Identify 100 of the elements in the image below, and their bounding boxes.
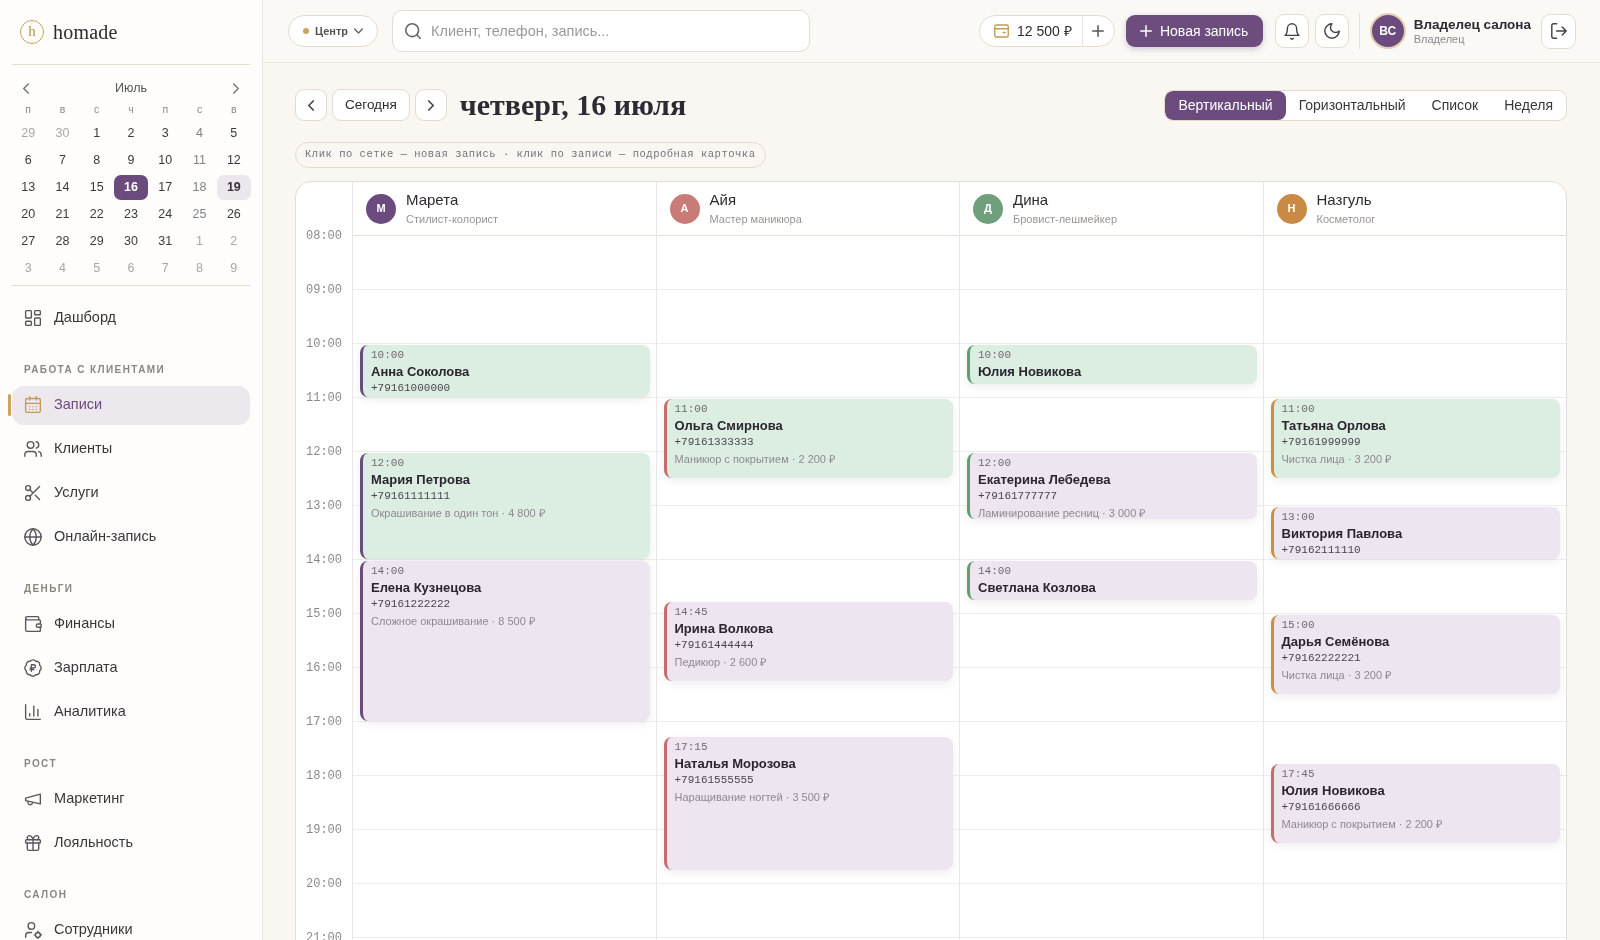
calendar-day[interactable]: 3 <box>148 121 183 146</box>
new-appointment-button[interactable]: Новая запись <box>1125 15 1263 47</box>
hour-label: 11:00 <box>306 391 342 405</box>
staff-role: Стилист-колорист <box>406 212 499 226</box>
client-name: Ольга Смирнова <box>674 417 783 435</box>
hour-label: 18:00 <box>306 769 342 783</box>
calendar-day[interactable]: 31 <box>148 229 183 254</box>
calendar-day[interactable]: 20 <box>11 202 46 227</box>
staff-avatar: М <box>366 193 396 224</box>
calendar-day[interactable]: 24 <box>148 202 183 227</box>
client-phone: +79162222221 <box>1281 651 1361 665</box>
staff-role: Мастер маникюра <box>709 212 802 226</box>
calendar-day[interactable]: 8 <box>79 148 114 173</box>
calendar-day[interactable]: 26 <box>216 202 251 227</box>
appointment-card[interactable]: 12:00 Мария Петрова +79161111111 Окрашивание в один тон · 4 800 ₽ <box>360 453 650 559</box>
client-name: Татьяна Орлова <box>1281 417 1386 435</box>
nav-item[interactable]: Зарплата <box>12 648 250 688</box>
appointment-card[interactable]: 15:00 Дарья Семёнова +79162222221 Чистка лица · 3 200 ₽ <box>1270 615 1560 694</box>
view-tab[interactable]: Неделя <box>1491 90 1566 120</box>
calendar-day[interactable]: 25 <box>182 202 217 227</box>
view-tab[interactable]: Вертикальный <box>1165 90 1286 120</box>
plus-icon <box>1092 25 1105 37</box>
staff-role: Косметолог <box>1316 212 1376 226</box>
calendar-day[interactable]: 4 <box>182 121 217 146</box>
calendar-day[interactable]: 28 <box>45 229 80 254</box>
logout-button[interactable] <box>1541 13 1576 49</box>
calendar-day[interactable]: 13 <box>11 175 46 200</box>
calendar-day[interactable]: 6 <box>11 148 46 173</box>
calendar-day[interactable]: 7 <box>45 148 80 173</box>
nav-item[interactable]: Услуги <box>12 473 250 513</box>
appointment-time: 12:00 <box>371 457 404 470</box>
client-phone: +79162111110 <box>1281 543 1361 557</box>
calendar-day[interactable]: 27 <box>11 229 46 254</box>
theme-toggle-button[interactable] <box>1314 14 1349 48</box>
calendar-day[interactable]: 10 <box>148 148 183 173</box>
nav-item[interactable]: Записи <box>12 385 250 425</box>
search-icon <box>405 23 421 39</box>
view-tab[interactable]: Список <box>1418 90 1492 120</box>
nav-item[interactable]: Лояльность <box>12 823 250 863</box>
calendar-day[interactable]: 17 <box>148 175 183 200</box>
calendar-day[interactable]: 29 <box>79 229 114 254</box>
appointment-card[interactable]: 14:00 Светлана Козлова <box>967 561 1257 600</box>
calendar-day[interactable]: 12 <box>216 148 251 173</box>
appointment-card[interactable]: 10:00 Анна Соколова +79161000000 <box>360 345 650 397</box>
service-price: Чистка лица · 3 200 ₽ <box>1281 452 1392 466</box>
calendar-day[interactable]: 15 <box>79 175 114 200</box>
appointment-card[interactable]: 12:00 Екатерина Лебедева +79161777777 Ламинирование ресниц · 3 000 ₽ <box>967 453 1257 519</box>
nav-item[interactable]: Финансы <box>12 604 250 644</box>
client-phone: +79161444444 <box>674 637 754 652</box>
calendar-day[interactable]: 1 <box>79 121 114 146</box>
client-phone: +79161666666 <box>1281 799 1361 814</box>
appointment-card[interactable]: 17:45 Юлия Новикова +79161666666 Маникюр с покрытием · 2 200 ₽ <box>1270 763 1560 843</box>
bar-chart-icon <box>24 703 42 721</box>
view-tab[interactable]: Горизонтальный <box>1285 90 1419 120</box>
search-field[interactable]: Клиент, телефон, запись... <box>392 10 810 52</box>
branch-selector[interactable]: Центр <box>288 15 378 47</box>
appointment-card[interactable]: 14:00 Елена Кузнецова +79161222222 Сложное окрашивание · 8 500 ₽ <box>360 561 650 721</box>
nav-item[interactable]: Сотрудники <box>12 910 250 940</box>
megaphone-icon <box>24 790 42 808</box>
appointment-card[interactable]: 10:00 Юлия Новикова <box>967 345 1257 384</box>
appointment-card[interactable]: 17:15 Наталья Морозова +79161555555 Наращивание ногтей · 3 500 ₽ <box>663 736 953 870</box>
appointment-card[interactable]: 14:45 Ирина Волкова +79161444444 Педикюр · 2 600 ₽ <box>663 601 953 681</box>
appointment-time: 14:00 <box>978 565 1011 578</box>
calendar-day[interactable]: 21 <box>45 202 80 227</box>
hour-label: 17:00 <box>306 715 342 729</box>
service-price: Ламинирование ресниц · 3 000 ₽ <box>978 506 1146 520</box>
calendar-day[interactable]: 14 <box>45 175 80 200</box>
staff-avatar: Н <box>1276 193 1307 224</box>
appointment-card[interactable]: 11:00 Татьяна Орлова +79161999999 Чистка лица · 3 200 ₽ <box>1270 399 1560 478</box>
moon-icon <box>1323 23 1340 39</box>
nav-item[interactable]: Клиенты <box>12 429 250 469</box>
people-icon <box>24 440 42 458</box>
calendar-day[interactable]: 22 <box>79 202 114 227</box>
hour-label: 13:00 <box>306 499 342 513</box>
calendar-day[interactable]: 30 <box>114 229 148 254</box>
calendar-day[interactable]: 18 <box>182 175 217 200</box>
appointment-time: 11:00 <box>674 403 708 416</box>
calendar-day[interactable]: 19 <box>216 175 251 200</box>
client-phone: +79161111111 <box>371 489 451 503</box>
appointment-card[interactable]: 11:00 Ольга Смирнова +79161333333 Маникюр с покрытием · 2 200 ₽ <box>663 399 953 478</box>
section-heading: РАБОТА С КЛИЕНТАМИ <box>24 362 166 377</box>
weekday-label: в <box>231 102 237 118</box>
client-phone: +79161000000 <box>371 381 451 395</box>
client-phone: +79161333333 <box>674 435 754 449</box>
appointment-card[interactable]: 13:00 Виктория Павлова +79162111110 <box>1270 507 1560 559</box>
appointment-time: 14:00 <box>371 565 404 578</box>
gift-icon <box>24 834 42 852</box>
calendar-day[interactable]: 9 <box>114 148 148 173</box>
calendar-day[interactable]: 2 <box>114 121 148 146</box>
nav-item[interactable]: Онлайн-запись <box>12 517 250 557</box>
nav-item[interactable]: Маркетинг <box>12 779 250 819</box>
today-button[interactable]: Сегодня <box>332 89 410 121</box>
calendar-day[interactable]: 5 <box>216 121 251 146</box>
nav-item[interactable]: Дашборд <box>12 298 250 338</box>
client-name: Светлана Козлова <box>978 579 1096 597</box>
nav-item[interactable]: Аналитика <box>12 692 250 732</box>
calendar-day[interactable]: 23 <box>114 202 148 227</box>
notifications-button[interactable] <box>1274 14 1309 48</box>
calendar-day[interactable]: 11 <box>182 148 217 173</box>
scissors-icon <box>24 484 42 502</box>
